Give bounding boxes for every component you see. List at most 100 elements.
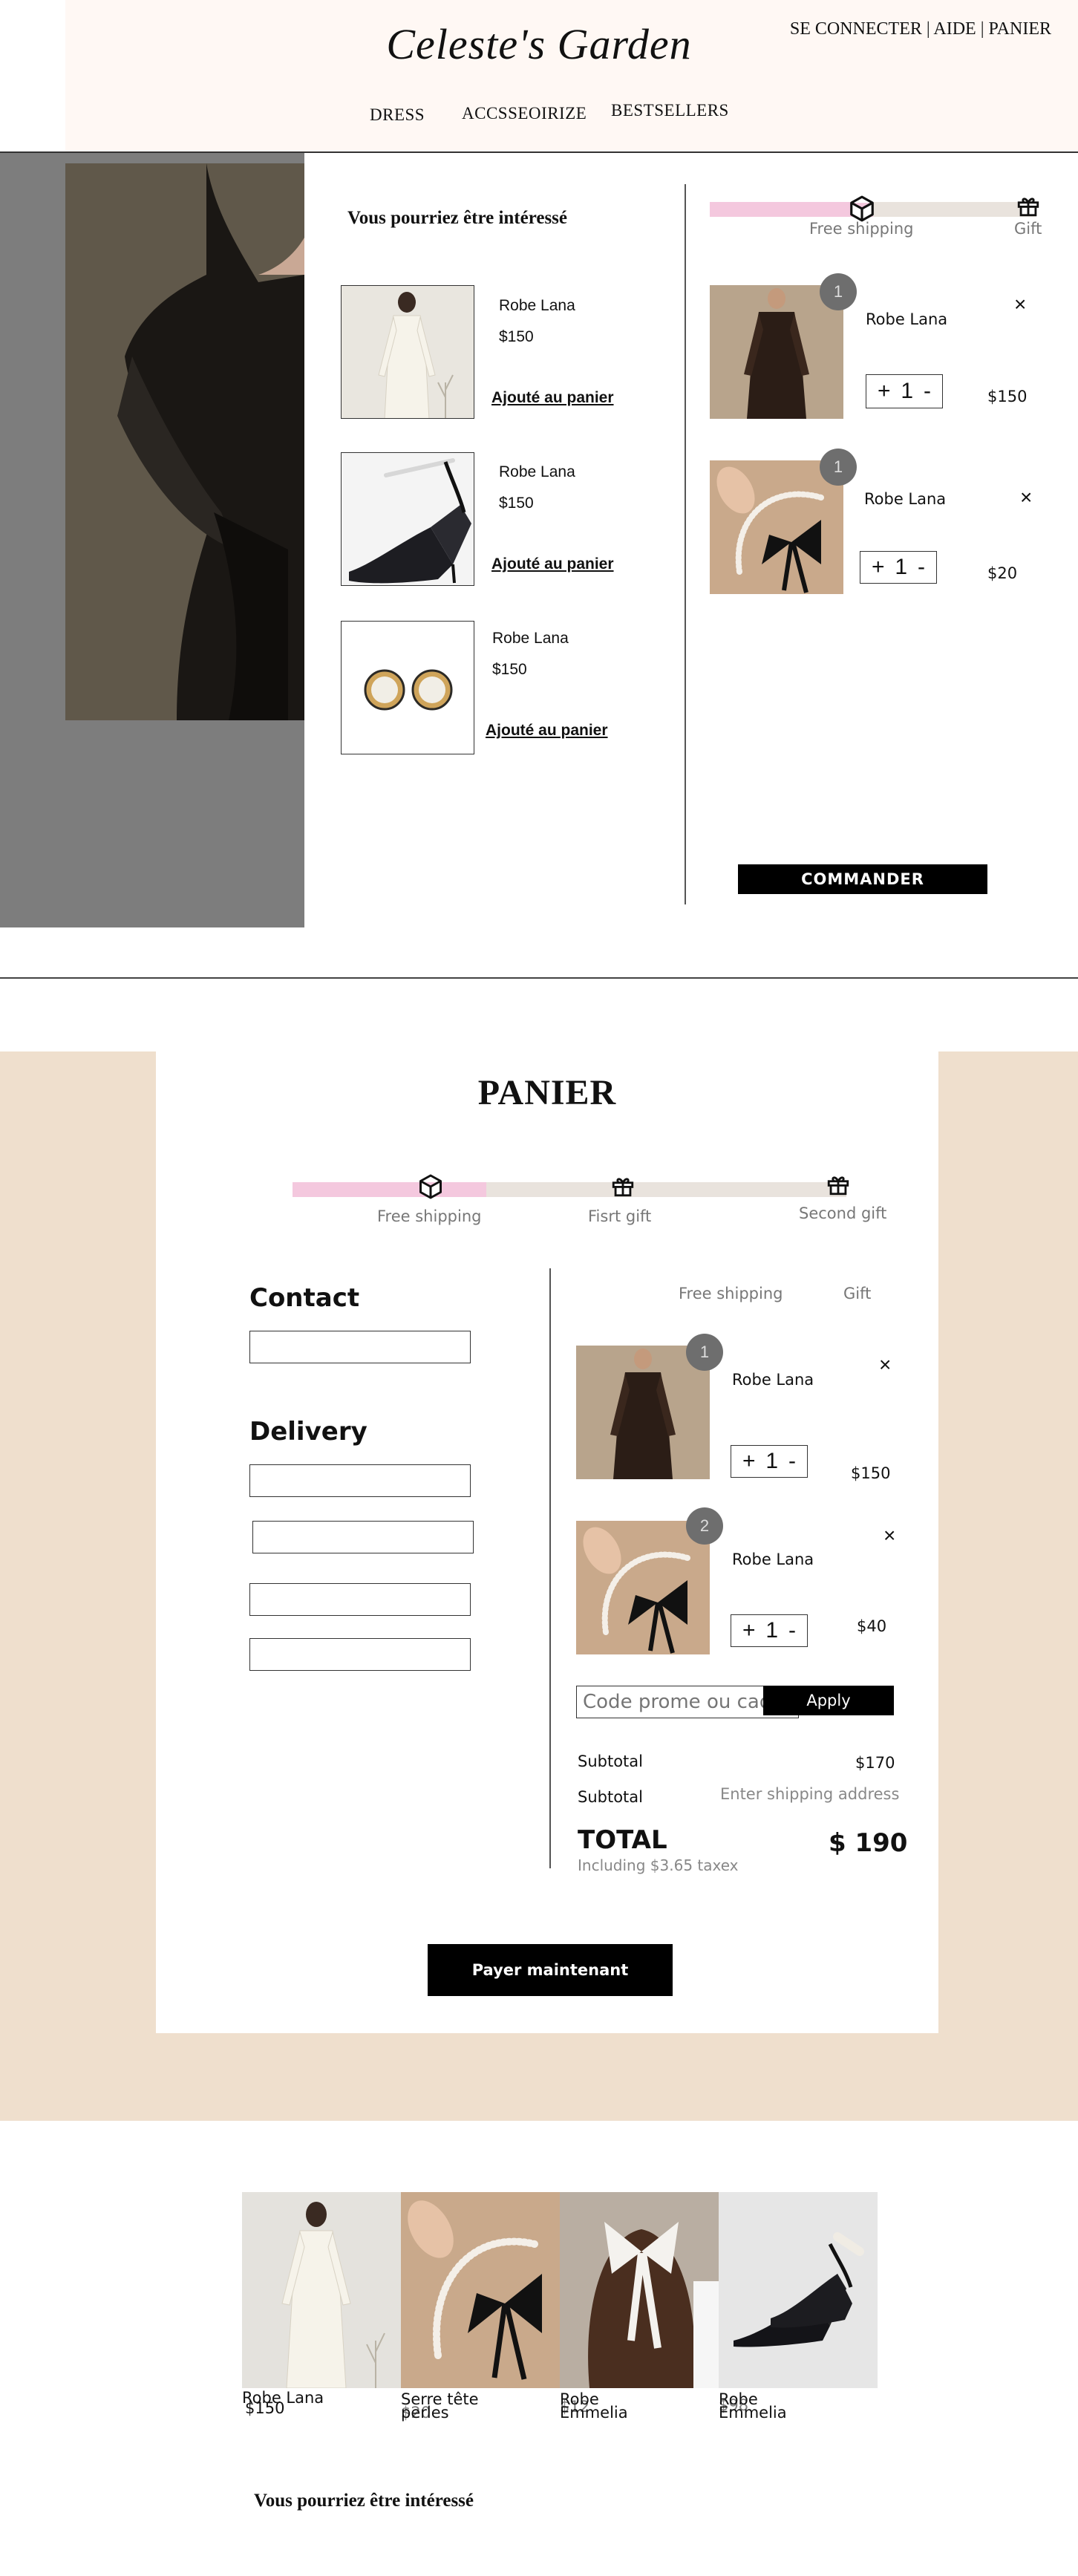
product-card-headband[interactable] xyxy=(401,2192,560,2388)
link-separator: | xyxy=(980,19,984,39)
plus-icon[interactable]: + xyxy=(872,555,885,580)
suggestion-thumb-shoe[interactable] xyxy=(341,452,474,586)
add-to-cart-link[interactable]: Ajouté au panier xyxy=(491,555,614,573)
remove-item-close-icon[interactable]: × xyxy=(1020,486,1032,509)
bottom-suggestions-title: Vous pourriez être intéressé xyxy=(254,2491,474,2511)
product-price: $98 xyxy=(719,2396,749,2414)
delivery-heading: Delivery xyxy=(249,1417,368,1447)
cart-link[interactable]: PANIER xyxy=(989,19,1051,39)
page-title: PANIER xyxy=(477,1073,617,1112)
nav-bestsellers[interactable]: BESTSELLERS xyxy=(611,101,729,120)
subtotal-value: $170 xyxy=(855,1754,895,1772)
cart-item-price: $150 xyxy=(851,1464,891,1482)
help-link[interactable]: AIDE xyxy=(933,19,976,39)
minus-icon[interactable]: - xyxy=(924,379,931,404)
hero-dress-photo xyxy=(65,163,304,720)
nav-accessories[interactable]: ACCSSEOIRIZE xyxy=(462,104,587,123)
suggestion-price: $150 xyxy=(499,495,534,512)
product-card-shoes[interactable] xyxy=(719,2192,878,2388)
gift-icon xyxy=(1016,193,1041,222)
cart-header-gift: Gift xyxy=(843,1285,872,1302)
contact-field[interactable] xyxy=(249,1331,471,1363)
suggestion-price: $150 xyxy=(492,661,527,678)
delivery-field-1[interactable] xyxy=(249,1464,471,1497)
tax-note: Including $3.65 taxex xyxy=(578,1856,739,1874)
checkout-progress-fill xyxy=(293,1182,487,1197)
quantity-value: 1 xyxy=(901,379,914,403)
quantity-stepper: + 1 - xyxy=(860,551,937,584)
cart-header-shipping: Free shipping xyxy=(679,1285,783,1302)
quantity-value: 1 xyxy=(765,1618,779,1643)
plus-icon[interactable]: + xyxy=(742,1449,756,1474)
cart-item-price: $150 xyxy=(987,388,1028,405)
shipping-label: Subtotal xyxy=(578,1788,643,1806)
quantity-value: 1 xyxy=(765,1449,779,1473)
cart-item-name: Robe Lana xyxy=(864,490,947,508)
link-separator: | xyxy=(926,19,930,39)
suggestion-thumb-dress[interactable] xyxy=(341,285,474,419)
box-icon xyxy=(417,1173,444,1204)
quantity-stepper: + 1 - xyxy=(731,1614,808,1647)
login-link[interactable]: SE CONNECTER xyxy=(790,19,922,39)
minus-icon[interactable]: - xyxy=(918,555,925,580)
suggestion-price: $150 xyxy=(499,328,534,345)
add-to-cart-link[interactable]: Ajouté au panier xyxy=(491,389,614,407)
quantity-value: 1 xyxy=(895,555,908,579)
gift-icon xyxy=(610,1173,636,1202)
cart-item-qty-badge: 1 xyxy=(820,449,857,486)
apply-button[interactable]: Apply xyxy=(763,1686,894,1715)
cart-item-name: Robe Lana xyxy=(732,1551,814,1568)
suggestion-thumb-earrings[interactable] xyxy=(341,621,474,754)
product-card-bow[interactable] xyxy=(560,2192,719,2388)
progress-label-second-gift: Second gift xyxy=(799,1204,887,1222)
delivery-field-4[interactable] xyxy=(249,1638,471,1671)
delivery-field-3[interactable] xyxy=(249,1583,471,1616)
add-to-cart-link[interactable]: Ajouté au panier xyxy=(486,722,608,740)
contact-heading: Contact xyxy=(249,1283,360,1313)
cart-item-name: Robe Lana xyxy=(866,310,948,328)
delivery-field-2[interactable] xyxy=(252,1521,474,1553)
cart-item-photo-headband xyxy=(710,460,843,594)
remove-item-close-icon[interactable]: × xyxy=(1014,293,1026,316)
cart-item-photo-dress xyxy=(710,285,843,419)
plus-icon[interactable]: + xyxy=(742,1618,756,1643)
checkout-divider xyxy=(549,1268,551,1868)
product-price: $150 xyxy=(245,2399,285,2417)
cart-item-qty-badge: 1 xyxy=(686,1334,723,1371)
suggestion-name: Robe Lana xyxy=(499,463,575,480)
gift-icon xyxy=(826,1172,851,1201)
suggestion-name: Robe Lana xyxy=(492,630,569,647)
suggestion-name: Robe Lana xyxy=(499,297,575,314)
cart-item-qty-badge: 1 xyxy=(820,273,857,310)
plus-icon[interactable]: + xyxy=(878,379,891,404)
shipping-value: Enter shipping address xyxy=(720,1785,900,1803)
cart-item-photo-headband xyxy=(576,1521,710,1654)
progress-label-first-gift: Fisrt gift xyxy=(588,1207,652,1225)
minus-icon[interactable]: - xyxy=(788,1449,796,1474)
suggestions-title: Vous pourriez être intéressé xyxy=(347,208,568,228)
progress-label-shipping: Free shipping xyxy=(809,220,914,238)
subtotal-label: Subtotal xyxy=(578,1752,643,1770)
product-price: $12 xyxy=(560,2398,590,2416)
progress-label-shipping: Free shipping xyxy=(377,1207,482,1225)
total-value: $ 190 xyxy=(829,1828,908,1858)
nav-dress[interactable]: DRESS xyxy=(370,105,425,125)
drawer-divider xyxy=(685,184,686,904)
top-links: SE CONNECTER | AIDE | PANIER xyxy=(790,19,1051,39)
remove-item-close-icon[interactable]: × xyxy=(879,1353,891,1377)
quantity-stepper: + 1 - xyxy=(866,374,943,408)
cart-item-photo-dress xyxy=(576,1346,710,1479)
cart-item-price: $40 xyxy=(857,1617,887,1635)
section-divider xyxy=(0,977,1078,979)
total-label: TOTAL xyxy=(578,1825,667,1855)
commander-button[interactable]: COMMANDER xyxy=(738,864,987,894)
product-price: $20 xyxy=(401,2404,431,2422)
remove-item-close-icon[interactable]: × xyxy=(883,1524,895,1548)
cart-item-qty-badge: 2 xyxy=(686,1507,723,1545)
quantity-stepper: + 1 - xyxy=(731,1445,808,1478)
product-card-dress[interactable] xyxy=(242,2192,401,2388)
cart-item-name: Robe Lana xyxy=(732,1371,814,1389)
progress-label-gift: Gift xyxy=(1014,220,1042,238)
minus-icon[interactable]: - xyxy=(788,1618,796,1643)
pay-now-button[interactable]: Payer maintenant xyxy=(428,1944,673,1996)
